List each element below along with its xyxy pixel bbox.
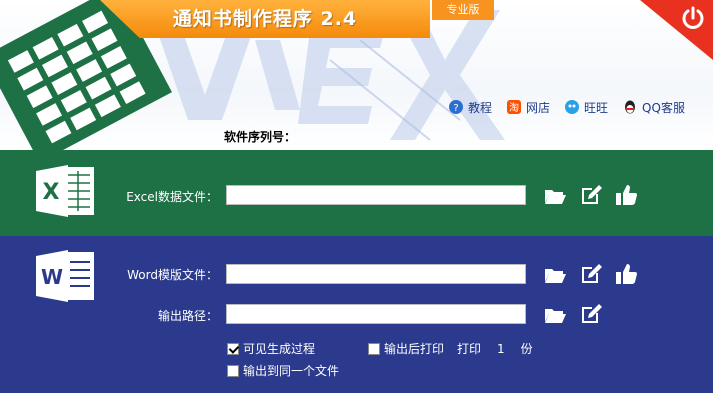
nav-wangwang[interactable]: 旺旺 [564,99,608,116]
single-file-label: 输出到同一个文件 [243,364,340,378]
word-template-input[interactable] [226,264,526,284]
option-single-file[interactable]: 输出到同一个文件 [227,362,339,379]
nav-tutorial[interactable]: ? 教程 [448,99,492,116]
print-after-output-checkbox[interactable] [368,342,380,355]
option-visible-process[interactable]: 可见生成过程 [227,340,315,357]
output-edit-icon[interactable] [579,302,603,326]
print-label: 打印 [457,342,482,356]
svg-text:?: ? [453,103,458,114]
help-icon: ? [449,100,463,114]
output-path-label: 输出路径： [157,309,218,323]
power-icon[interactable] [680,5,706,31]
print-count-group: 打印 1 份 [457,340,533,357]
edition-badge: 专业版 [432,0,494,20]
nav-qq-label: QQ客服 [642,100,685,115]
nav-tutorial-label: 教程 [468,100,493,115]
header: 通知书制作程序 2.4 专业版 ? 教程 淘 网店 旺旺 QQ客服 软件序列号： [0,0,713,150]
nav-qq-service[interactable]: QQ客服 [622,99,685,116]
word-thumbs-up-icon[interactable] [614,262,638,286]
word-icon: W [36,250,94,302]
nav-wangwang-label: 旺旺 [584,100,609,115]
print-count-value[interactable]: 1 [497,342,505,356]
word-open-folder-icon[interactable] [543,263,567,287]
visible-process-checkbox[interactable] [227,342,239,355]
excel-edit-icon[interactable] [579,183,603,207]
single-file-checkbox[interactable] [227,364,239,377]
output-open-folder-icon[interactable] [543,303,567,327]
excel-thumbs-up-icon[interactable] [614,183,638,207]
serial-label: 软件序列号： [224,130,297,144]
svg-text:淘: 淘 [509,101,519,114]
wangwang-icon [565,100,580,114]
nav-shop[interactable]: 淘 网店 [506,99,550,116]
print-after-output-label: 输出后打印 [384,342,445,356]
excel-file-label: Excel数据文件： [126,190,218,204]
app-title: 通知书制作程序 2.4 [172,8,358,30]
option-print-after-output[interactable]: 输出后打印 [368,340,444,357]
nav-shop-label: 网店 [526,100,551,115]
svg-text:W: W [41,265,63,289]
copies-unit-label: 份 [520,342,533,356]
svg-text:X: X [43,180,60,205]
excel-file-input[interactable] [226,185,526,205]
nav-links: ? 教程 淘 网店 旺旺 QQ客服 [448,96,699,118]
output-path-input[interactable] [226,304,526,324]
excel-icon: X [36,165,94,217]
visible-process-label: 可见生成过程 [243,342,316,356]
word-edit-icon[interactable] [579,262,603,286]
qq-icon [625,100,636,114]
excel-open-folder-icon[interactable] [543,184,567,208]
word-template-label: Word模版文件： [127,268,218,282]
taobao-icon: 淘 [507,100,522,114]
